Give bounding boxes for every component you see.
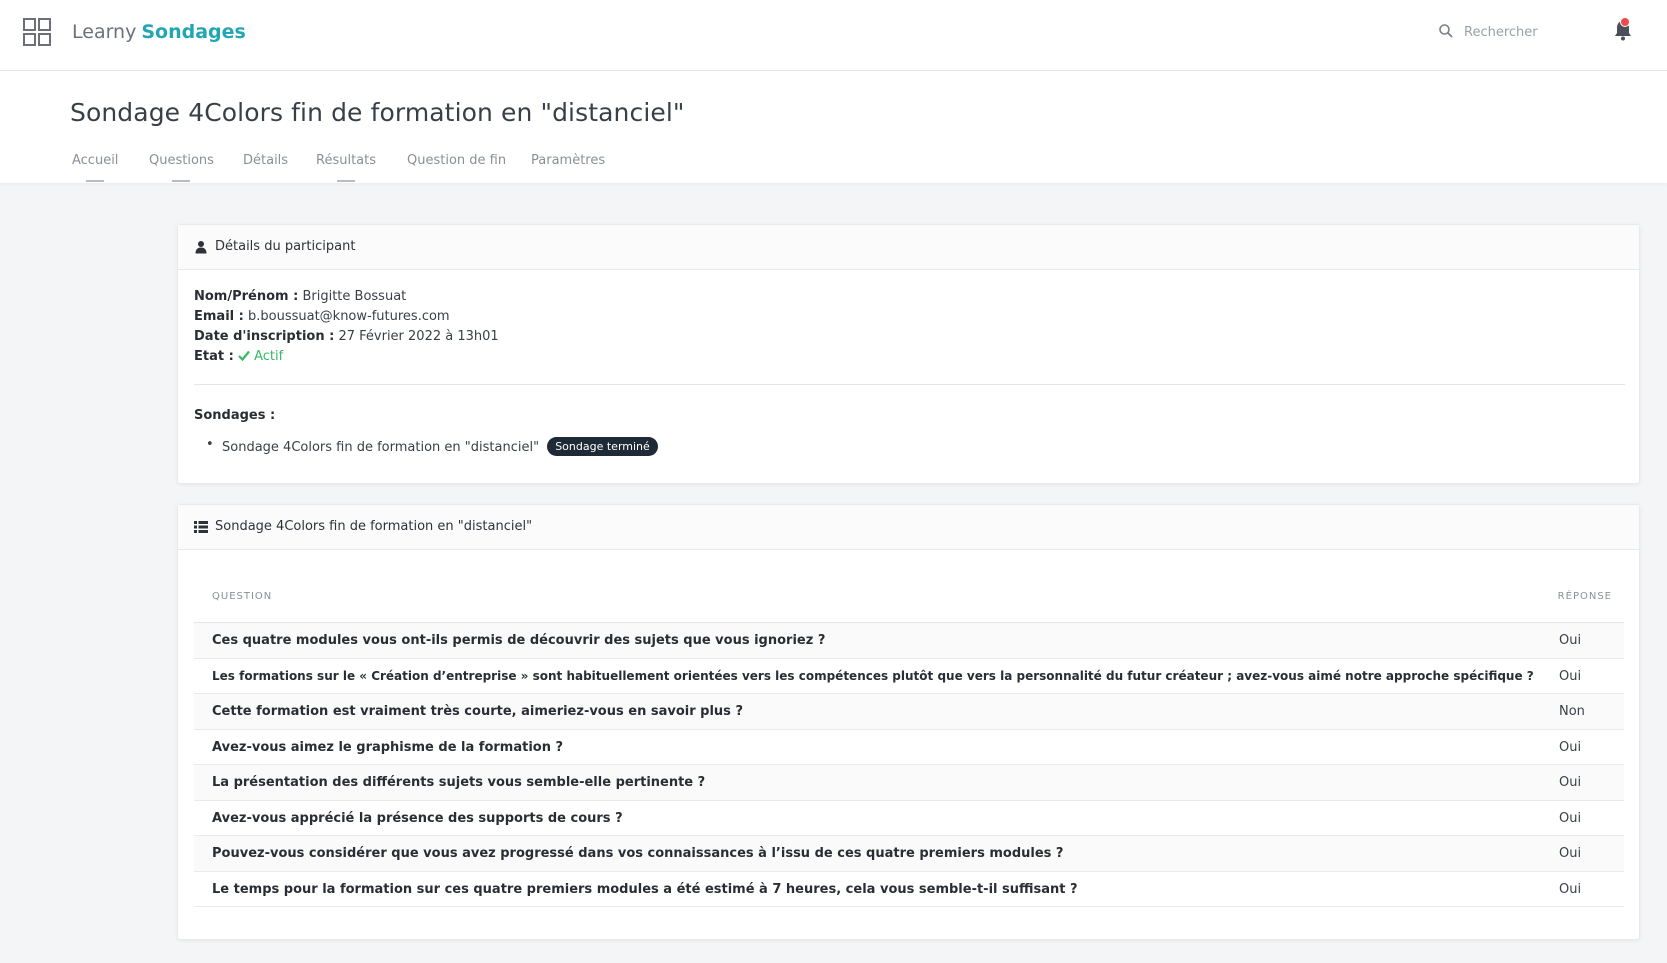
status-badge: Actif <box>238 349 283 364</box>
table-body: Ces quatre modules vous ont-ils permis d… <box>194 623 1624 907</box>
column-header-question: QUESTION <box>212 591 273 602</box>
column-header-answer: RÉPONSE <box>1557 591 1612 602</box>
results-table: QUESTION RÉPONSE Ces quatre modules vous… <box>194 581 1624 907</box>
answer-cell: Oui <box>1559 846 1582 861</box>
page-header: Sondage 4Colors fin de formation en "dis… <box>0 71 1667 183</box>
date-value: 27 Février 2022 à 13h01 <box>338 329 499 344</box>
results-card-header: Sondage 4Colors fin de formation en "dis… <box>178 505 1639 550</box>
sondages-label: Sondages : <box>194 408 276 423</box>
date-label: Date d'inscription : <box>194 329 335 344</box>
top-bar: Learny Sondages <box>0 0 1667 71</box>
answer-cell: Oui <box>1559 739 1582 755</box>
page-title: Sondage 4Colors fin de formation en "dis… <box>70 98 685 127</box>
sondage-name[interactable]: Sondage 4Colors fin de formation en "dis… <box>222 440 539 455</box>
table-row: Avez-vous aimez le graphisme de la forma… <box>194 730 1624 765</box>
participant-details: Nom/Prénom : Brigitte Bossuat Email : b.… <box>194 287 499 367</box>
notification-dot <box>1620 17 1630 27</box>
detail-date: Date d'inscription : 27 Février 2022 à 1… <box>194 327 499 347</box>
question-cell: Le temps pour la formation sur ces quatr… <box>212 881 1078 897</box>
table-row: Les formations sur le « Création d’entre… <box>194 659 1624 694</box>
answer-cell: Oui <box>1559 633 1582 648</box>
app-brand[interactable]: Learny Sondages <box>72 21 246 43</box>
detail-email: Email : b.boussuat@know-futures.com <box>194 307 499 327</box>
table-row: Pouvez-vous considérer que vous avez pro… <box>194 836 1624 872</box>
answer-cell: Oui <box>1559 775 1582 790</box>
participant-card-title: Détails du participant <box>215 239 356 254</box>
tab-underline <box>172 180 191 182</box>
tab-label: Paramètres <box>531 153 606 168</box>
tab-label: Détails <box>243 153 289 168</box>
table-row: Le temps pour la formation sur ces quatr… <box>194 872 1624 907</box>
name-label: Nom/Prénom : <box>194 289 299 304</box>
question-cell: La présentation des différents sujets vo… <box>212 775 706 790</box>
results-card: Sondage 4Colors fin de formation en "dis… <box>177 504 1640 940</box>
detail-name: Nom/Prénom : Brigitte Bossuat <box>194 287 499 307</box>
answer-cell: Oui <box>1559 881 1582 897</box>
divider <box>194 384 1625 385</box>
tab-label: Résultats <box>316 153 377 168</box>
search-icon <box>1439 24 1453 38</box>
answer-cell: Oui <box>1559 810 1582 826</box>
search-input[interactable] <box>1464 20 1594 44</box>
user-icon <box>195 241 207 254</box>
tab-accueil[interactable]: Accueil <box>72 153 119 182</box>
answer-cell: Oui <box>1559 668 1582 684</box>
question-cell: Avez-vous aimez le graphisme de la forma… <box>212 739 564 755</box>
search-box <box>1438 20 1598 44</box>
question-cell: Ces quatre modules vous ont-ils permis d… <box>212 633 826 648</box>
detail-state: Etat : Actif <box>194 347 499 367</box>
sondage-list-item: Sondage 4Colors fin de formation en "dis… <box>206 437 658 456</box>
table-row: Avez-vous apprécié la présence des suppo… <box>194 801 1624 836</box>
sondage-status-badge: Sondage terminé <box>547 437 658 456</box>
results-card-title: Sondage 4Colors fin de formation en "dis… <box>215 519 533 534</box>
tab-questions[interactable]: Questions <box>149 153 214 182</box>
table-row: Ces quatre modules vous ont-ils permis d… <box>194 623 1624 659</box>
brand-section: Sondages <box>141 21 246 43</box>
brand-prefix: Learny <box>72 21 137 43</box>
tab-details[interactable]: Détails <box>243 153 288 168</box>
question-cell: Pouvez-vous considérer que vous avez pro… <box>212 846 1064 861</box>
list-icon <box>194 521 208 533</box>
tab-label: Questions <box>149 153 214 168</box>
participant-card: Détails du participant Nom/Prénom : Brig… <box>177 224 1640 484</box>
participant-card-header: Détails du participant <box>178 225 1639 270</box>
tab-label: Question de fin <box>407 153 507 168</box>
state-value: Actif <box>254 349 284 364</box>
table-row: La présentation des différents sujets vo… <box>194 765 1624 801</box>
answer-cell: Non <box>1559 704 1585 719</box>
name-value: Brigitte Bossuat <box>302 289 407 304</box>
table-header: QUESTION RÉPONSE <box>194 581 1624 623</box>
question-cell: Avez-vous apprécié la présence des suppo… <box>212 810 623 826</box>
table-row: Cette formation est vraiment très courte… <box>194 694 1624 730</box>
check-icon <box>238 350 250 362</box>
question-cell: Cette formation est vraiment très courte… <box>212 704 743 719</box>
tab-parametres[interactable]: Paramètres <box>531 153 605 168</box>
tab-resultats[interactable]: Résultats <box>316 153 377 182</box>
tab-question-de-fin[interactable]: Question de fin <box>407 153 506 168</box>
email-value: b.boussuat@know-futures.com <box>247 309 450 324</box>
tab-underline <box>86 180 105 182</box>
email-label: Email : <box>194 309 244 324</box>
apps-grid-icon[interactable] <box>23 18 51 46</box>
tab-label: Accueil <box>72 153 119 168</box>
state-label: Etat : <box>194 349 234 364</box>
question-cell: Les formations sur le « Création d’entre… <box>212 668 1534 683</box>
tab-underline <box>337 180 355 182</box>
